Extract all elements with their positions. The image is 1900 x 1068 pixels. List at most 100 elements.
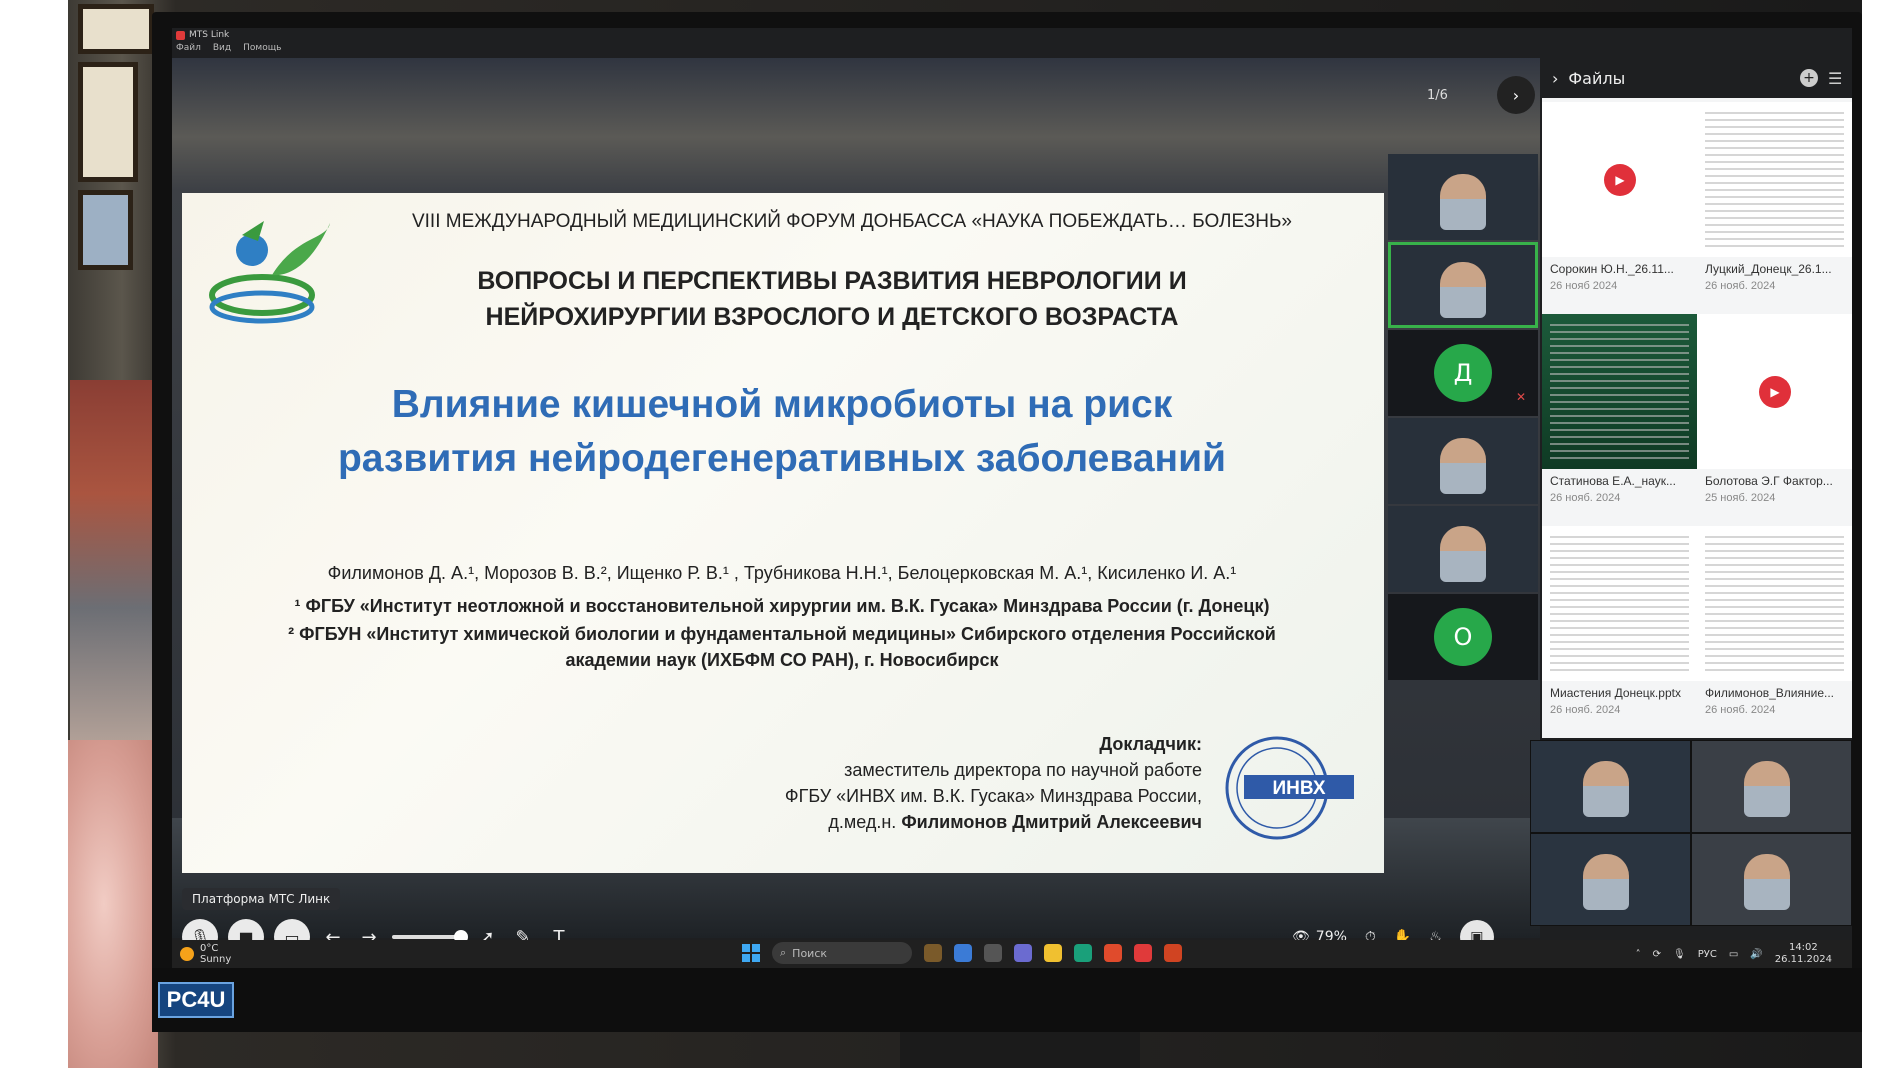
gallery-tile[interactable] [1691, 740, 1852, 833]
file-date: 26 нояб. 2024 [1705, 280, 1776, 292]
speaker-org: ФГБУ «ИНВХ им. В.К. Гусака» Минздрава Ро… [784, 786, 1202, 806]
clock-date: 26.11.2024 [1774, 954, 1832, 965]
system-tray: ˄ ⟳ 🎙 РУС ▭ 🔊 14:02 26.11.2024 [1636, 942, 1832, 966]
talk-title: Влияние кишечной микробиоты на риск разв… [222, 378, 1342, 486]
file-name: Болотова Э.Г Фактор... [1705, 474, 1833, 488]
participant-video[interactable] [1388, 506, 1538, 592]
windows-taskbar: 0°C Sunny ⌕ Поиск ˄ ⟳ 🎙 РУС ▭ 🔊 14:02 26… [172, 940, 1852, 968]
section-title: ВОПРОСЫ И ПЕРСПЕКТИВЫ РАЗВИТИЯ НЕВРОЛОГИ… [332, 263, 1332, 335]
file-thumbnail [1542, 526, 1697, 681]
avatar: О [1434, 608, 1492, 666]
speaker-block: Докладчик: заместитель директора по науч… [702, 731, 1202, 835]
wall-frame [78, 62, 138, 182]
network-icon[interactable]: ▭ [1729, 949, 1738, 960]
next-slide-button[interactable]: › [1497, 76, 1535, 114]
file-card[interactable]: Филимонов_Влияние... 26 нояб. 2024 [1697, 526, 1852, 732]
add-file-button[interactable]: + [1800, 69, 1818, 87]
file-explorer-icon[interactable] [1044, 944, 1062, 962]
affiliation-2: ² ФГБУН «Институт химической биологии и … [222, 621, 1342, 673]
mic-off-icon: ✕ [1515, 390, 1526, 404]
menu-view[interactable]: Вид [213, 43, 231, 57]
document-lines [1550, 536, 1689, 671]
microphone-tray-icon[interactable]: 🎙 [1673, 949, 1686, 960]
document-lines [1705, 112, 1844, 247]
gallery-tile[interactable] [1530, 740, 1691, 833]
participant-videos: Д ✕ О [1388, 154, 1538, 682]
talk-title-line: Влияние кишечной микробиоты на риск [391, 383, 1173, 426]
authors: Филимонов Д. А.¹, Морозов В. В.², Ищенко… [327, 563, 1237, 583]
platform-tag: Платформа МТС Линк [182, 888, 341, 910]
sync-icon[interactable]: ⟳ [1653, 949, 1661, 960]
copilot-icon[interactable] [954, 944, 972, 962]
participant-video[interactable] [1388, 418, 1538, 504]
gallery-tile[interactable] [1530, 833, 1691, 926]
monitor-bezel [152, 968, 1862, 1032]
monitor-stand [900, 1032, 1140, 1068]
files-title: Файлы [1568, 68, 1626, 88]
file-date: 26 нояб. 2024 [1550, 704, 1621, 716]
clock[interactable]: 14:02 26.11.2024 [1775, 942, 1832, 966]
affiliation-line: ² ФГБУН «Институт химической биологии и … [288, 624, 1276, 644]
participant-video[interactable] [1388, 154, 1538, 240]
file-card[interactable]: Миастения Донецк.pptx 26 нояб. 2024 [1542, 526, 1697, 732]
windows-start-icon[interactable] [742, 944, 760, 962]
speaker-label: Докладчик: [1099, 734, 1202, 754]
participant-figure [1440, 438, 1486, 494]
chevron-up-icon[interactable]: ˄ [1636, 949, 1641, 960]
menu-file[interactable]: Файл [176, 43, 201, 57]
app-title: MTS Link [189, 30, 230, 40]
participant-video[interactable]: Д ✕ [1388, 330, 1538, 416]
collapse-chevron-icon[interactable]: › [1552, 69, 1558, 88]
search-placeholder: Поиск [792, 946, 828, 960]
speaker-role: заместитель директора по научной работе [844, 760, 1202, 780]
file-date: 26 нояб. 2024 [1550, 492, 1621, 504]
play-icon[interactable]: ▶ [1759, 376, 1791, 408]
participant-figure [1440, 526, 1486, 582]
powerpoint-icon[interactable] [1164, 944, 1182, 962]
weather-text: 0°C Sunny [200, 943, 231, 965]
chrome-icon[interactable] [1104, 944, 1122, 962]
presentation-stage: 1/6 › VIII МЕЖДУНАРОДНЫЙ МЕДИЦИНСКИЙ ФОР… [172, 58, 1540, 955]
app-icon [176, 30, 185, 40]
weather-widget[interactable]: 0°C Sunny [180, 940, 231, 968]
chevron-right-icon: › [1512, 85, 1520, 105]
file-name: Миастения Донецк.pptx [1550, 686, 1681, 700]
language-indicator[interactable]: РУС [1698, 949, 1717, 960]
menu-help[interactable]: Помощь [243, 43, 281, 57]
file-thumbnail: ▶ [1542, 102, 1697, 257]
file-card[interactable]: ▶ Сорокин Ю.Н._26.11... 26 нояб 2024 [1542, 102, 1697, 308]
file-thumbnail [1697, 526, 1852, 681]
files-header: › Файлы + ☰ [1542, 58, 1852, 98]
participant-figure [1744, 761, 1790, 817]
slide: VIII МЕЖДУНАРОДНЫЙ МЕДИЦИНСКИЙ ФОРУМ ДОН… [182, 193, 1384, 873]
participant-video[interactable]: О [1388, 594, 1538, 680]
file-date: 26 нояб. 2024 [1705, 704, 1776, 716]
file-card[interactable]: ▶ Болотова Э.Г Фактор... 25 нояб. 2024 [1697, 314, 1852, 520]
affiliation-1: ¹ ФГБУ «Институт неотложной и восстанови… [294, 596, 1270, 616]
file-card[interactable]: Луцкий_Донецк_26.1... 26 нояб. 2024 [1697, 102, 1852, 308]
zoom-slider[interactable] [392, 930, 468, 944]
gallery-tile[interactable] [1691, 833, 1852, 926]
task-view-icon[interactable] [984, 944, 1002, 962]
volume-icon[interactable]: 🔊 [1750, 949, 1762, 960]
taskbar-search[interactable]: ⌕ Поиск [772, 942, 912, 964]
widgets-icon[interactable] [924, 944, 942, 962]
chat-icon[interactable] [1014, 944, 1032, 962]
clock-time: 14:02 [1788, 942, 1818, 953]
document-lines [1550, 324, 1689, 459]
screen: MTS Link Файл Вид Помощь 1/6 › VIII МЕЖД… [172, 28, 1852, 968]
speaker-degree: д.мед.н. [828, 812, 897, 832]
list-menu-icon[interactable]: ☰ [1828, 69, 1846, 88]
section-title-line: НЕЙРОХИРУРГИИ ВЗРОСЛОГО И ДЕТСКОГО ВОЗРА… [485, 303, 1179, 331]
participant-figure [1440, 262, 1486, 318]
forum-title: VIII МЕЖДУНАРОДНЫЙ МЕДИЦИНСКИЙ ФОРУМ ДОН… [411, 211, 1292, 232]
mts-link-icon[interactable] [1134, 944, 1152, 962]
edge-icon[interactable] [1074, 944, 1092, 962]
participant-video-active[interactable] [1388, 242, 1538, 328]
file-card[interactable]: Статинова Е.А._наук... 26 нояб. 2024 [1542, 314, 1697, 520]
temperature: 0°C [200, 943, 219, 954]
play-icon[interactable]: ▶ [1604, 164, 1636, 196]
participant-figure [1583, 761, 1629, 817]
seal-text: ИНВХ [1272, 778, 1325, 799]
speaker-name: Филимонов Дмитрий Алексеевич [901, 812, 1202, 832]
